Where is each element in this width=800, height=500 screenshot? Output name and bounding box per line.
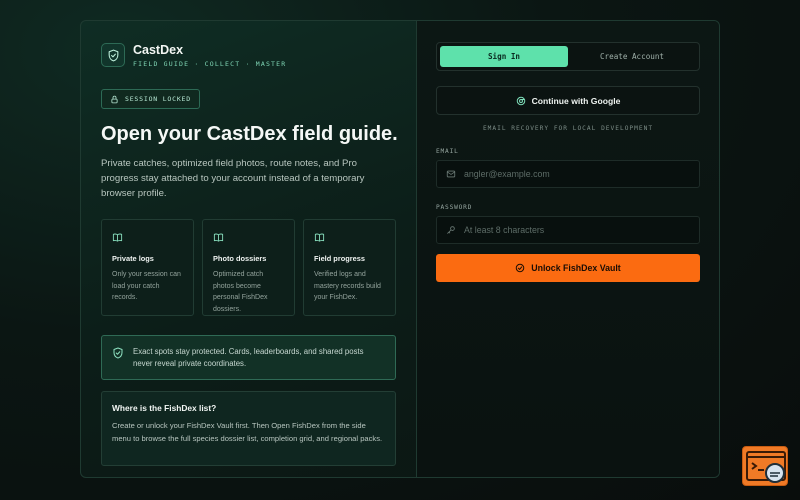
email-input[interactable] [464,169,690,179]
mail-icon [446,170,456,178]
book-icon [213,233,224,242]
email-label: EMAIL [436,148,459,155]
feature-card-photo-dossiers: Photo dossiers Optimized catch photos be… [202,219,295,316]
password-input[interactable] [464,225,690,235]
privacy-notice-text: Exact spots stay protected. Cards, leade… [133,347,364,368]
info-column: CastDex FIELD GUIDE · COLLECT · MASTER S… [81,21,417,477]
google-signin-button[interactable]: Continue with Google [436,86,700,115]
page-title: Open your CastDex field guide. [101,123,398,145]
feature-card-field-progress: Field progress Verified logs and mastery… [303,219,396,316]
fishdex-info-text: Create or unlock your FishDex Vault firs… [112,421,383,443]
password-label: PASSWORD [436,204,473,211]
unlock-vault-button[interactable]: Unlock FishDex Vault [436,254,700,282]
status-badge: SESSION LOCKED [101,89,200,109]
recovery-hint: EMAIL RECOVERY FOR LOCAL DEVELOPMENT [482,125,654,132]
feature-card-title: Photo dossiers [213,254,267,263]
email-field-wrapper [436,160,700,188]
check-circle-icon [516,263,525,273]
feature-card-text: Only your session can load your catch re… [112,271,181,301]
brand-name: CastDex [133,42,184,57]
feature-card-title: Field progress [314,254,365,263]
unlock-vault-label: Unlock FishDex Vault [531,263,621,273]
shield-logo-icon [101,43,125,67]
feature-card-text: Verified logs and mastery records build … [314,271,381,301]
password-field-wrapper [436,216,700,244]
auth-tabs: Sign In Create Account [436,42,700,71]
privacy-notice: Exact spots stay protected. Cards, leade… [101,335,396,380]
terminal-search-icon [746,451,786,483]
feature-card-title: Private logs [112,254,154,263]
brand: CastDex FIELD GUIDE · COLLECT · MASTER [101,42,396,68]
tab-sign-in[interactable]: Sign In [440,46,568,67]
auth-panel: CastDex FIELD GUIDE · COLLECT · MASTER S… [80,20,720,478]
book-icon [314,233,325,242]
feature-card-text: Optimized catch photos become personal F… [213,271,268,313]
fishdex-info: Where is the FishDex list? Create or unl… [101,391,396,466]
lock-icon [111,95,118,103]
feature-card-private-logs: Private logs Only your session can load … [101,219,194,316]
page-subtitle: Private catches, optimized field photos,… [101,158,365,199]
devtools-widget[interactable] [742,446,788,486]
auth-form-column: Sign In Create Account Continue with Goo… [417,21,719,477]
feature-cards: Private logs Only your session can load … [101,219,396,316]
google-signin-label: Continue with Google [531,95,621,106]
tab-create-account[interactable]: Create Account [568,46,696,67]
brand-tagline: FIELD GUIDE · COLLECT · MASTER [133,59,287,68]
key-icon [447,226,455,234]
shield-check-icon [113,347,123,359]
book-icon [112,233,123,242]
status-badge-label: SESSION LOCKED [125,95,191,103]
google-icon [516,96,525,105]
fishdex-info-title: Where is the FishDex list? [112,403,217,413]
